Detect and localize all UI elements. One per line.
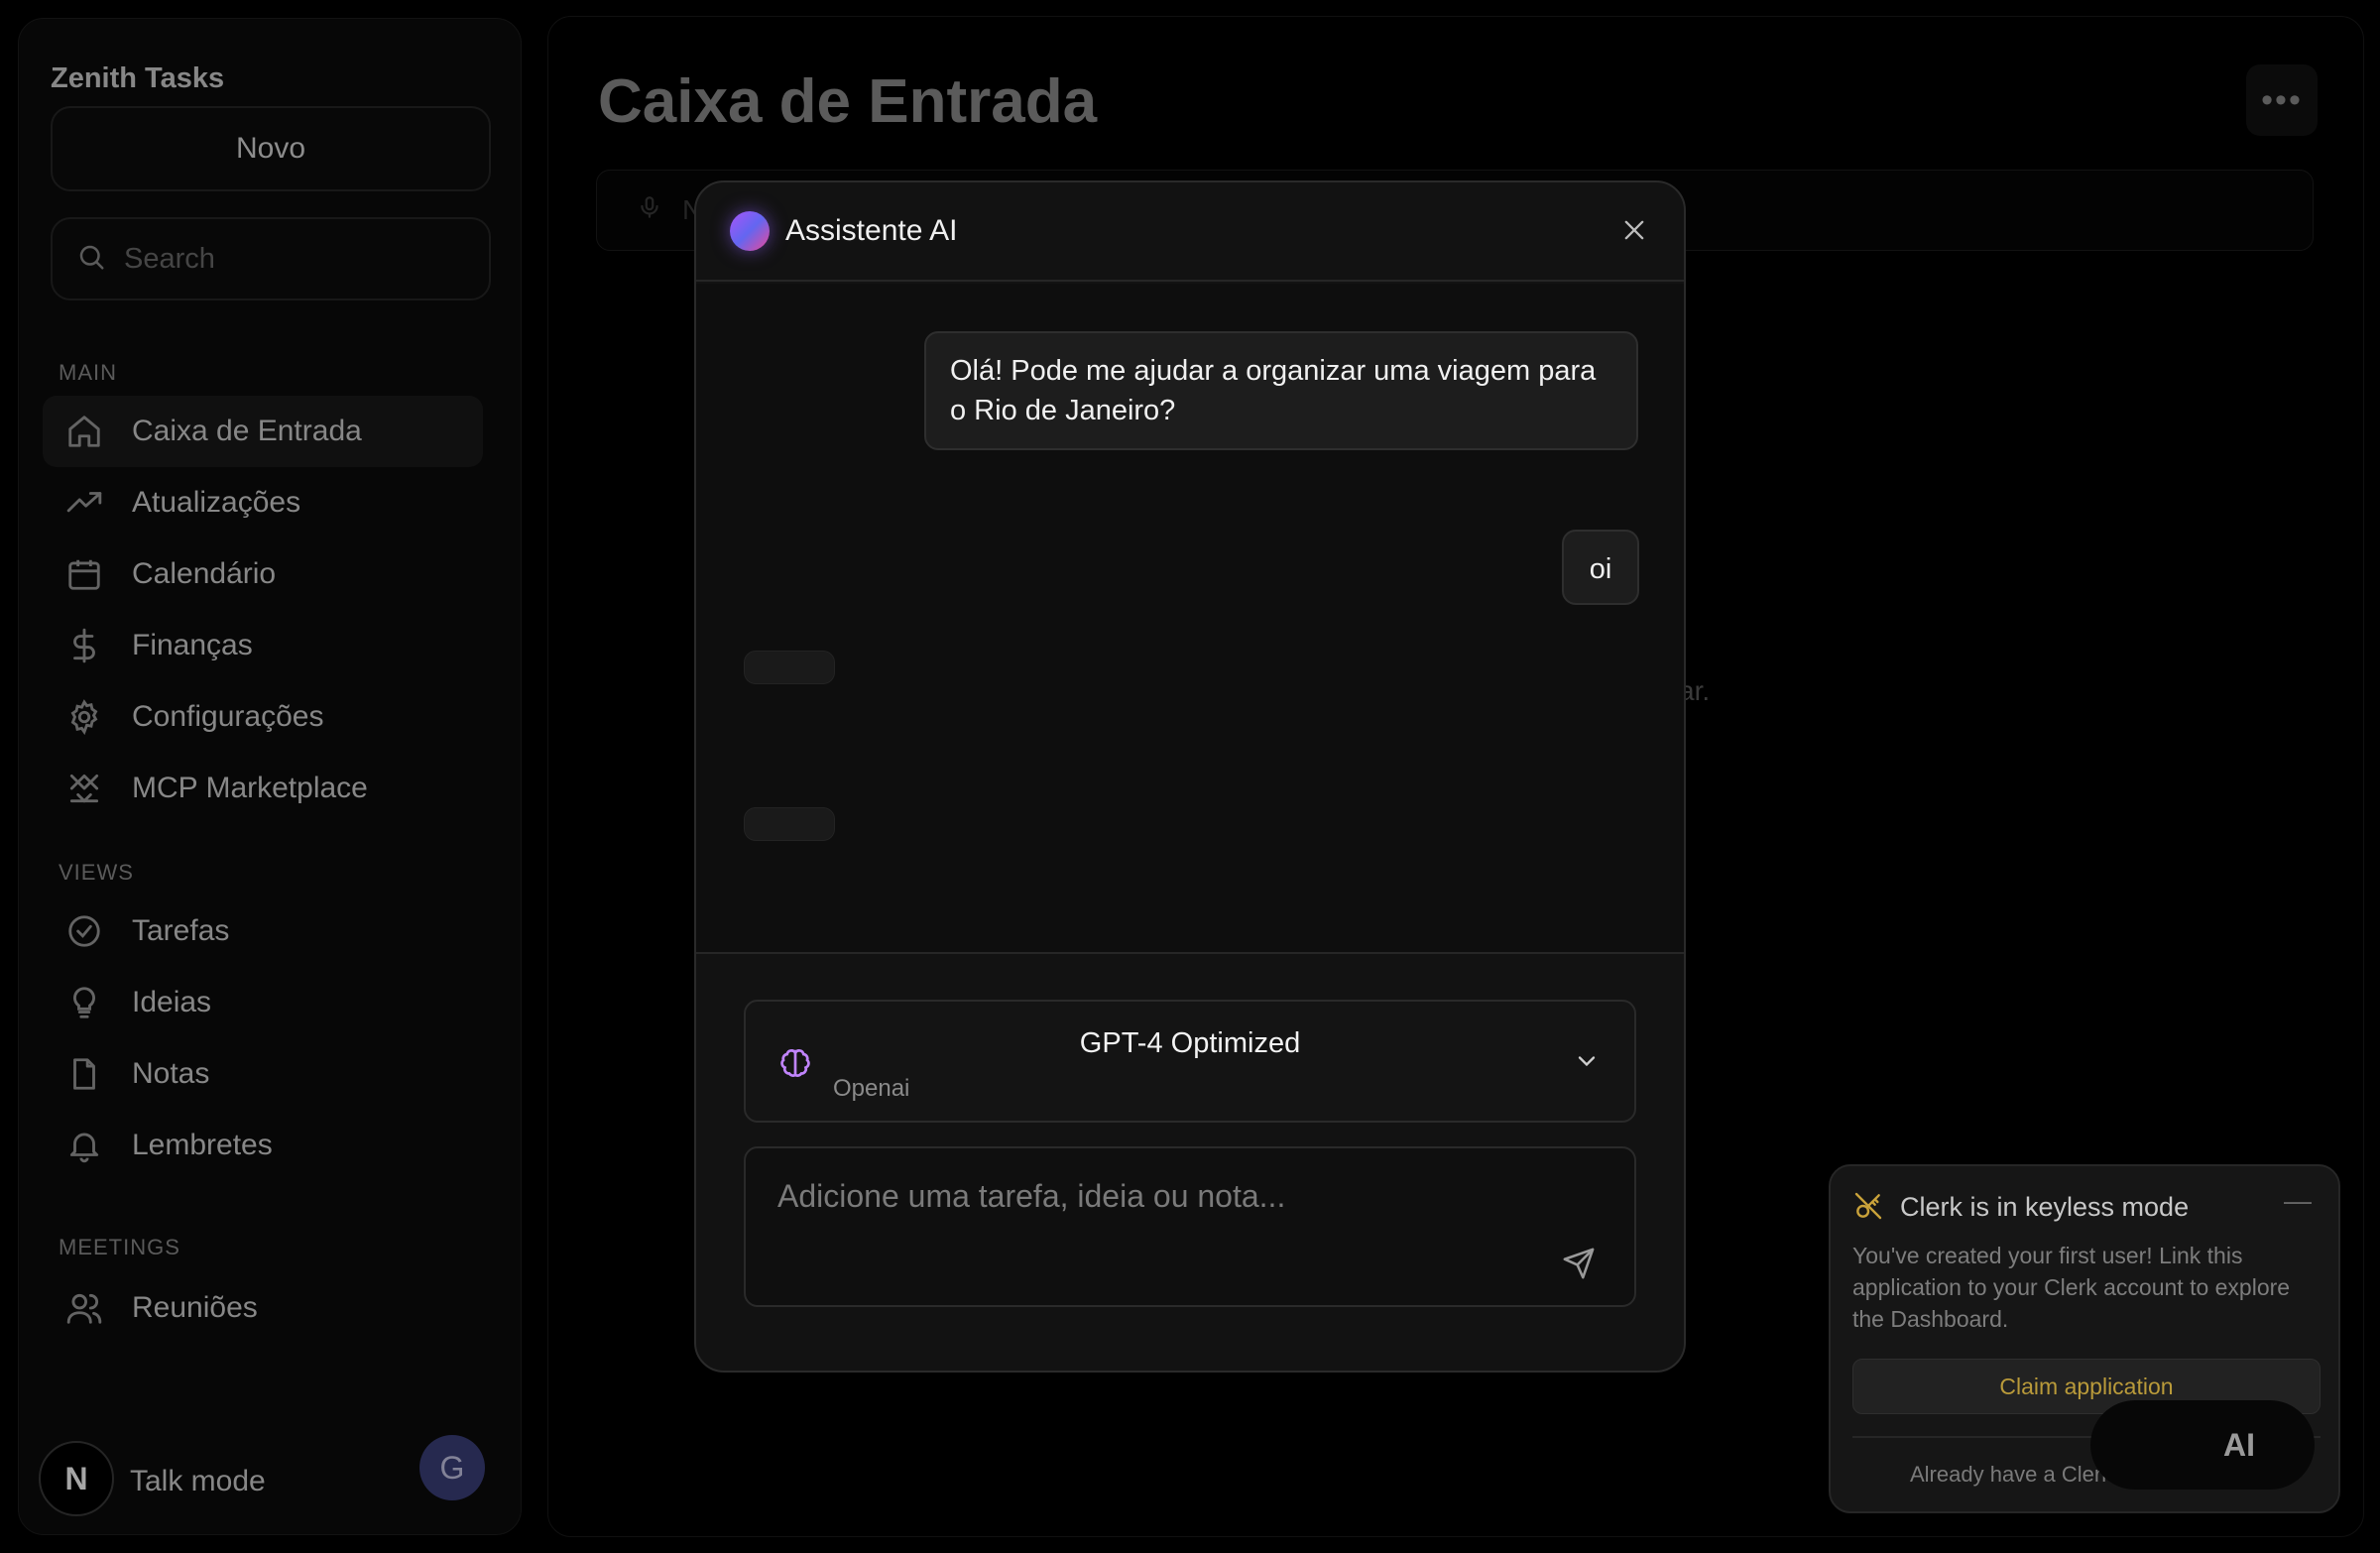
close-icon <box>1620 216 1648 249</box>
chat-messages: Olá! Pode me ajudar a organizar uma viag… <box>696 284 1684 952</box>
minimize-icon[interactable]: — <box>2283 1187 2313 1218</box>
model-provider: Openai <box>833 1075 910 1102</box>
ai-assistant-modal: Assistente AI Olá! Pode me ajudar a orga… <box>694 180 1686 1373</box>
divider <box>696 952 1684 954</box>
ai-assistant-button[interactable]: AI <box>2090 1400 2315 1490</box>
compose-input[interactable] <box>777 1178 1551 1238</box>
close-button[interactable] <box>1614 212 1654 252</box>
model-selector[interactable]: GPT-4 Optimized Openai <box>744 1000 1636 1123</box>
clerk-footer-link[interactable]: Already have a Clerk <box>1910 1462 2112 1488</box>
clerk-title: Clerk is in keyless mode <box>1900 1192 2190 1222</box>
send-icon <box>1562 1247 1596 1285</box>
ai-orb-icon <box>730 211 770 251</box>
model-name: GPT-4 Optimized <box>1079 1027 1301 1059</box>
chevron-down-icon <box>1573 1047 1601 1080</box>
modal-title: Assistente AI <box>785 214 958 247</box>
user-message: oi <box>1562 530 1639 605</box>
user-message: Olá! Pode me ajudar a organizar uma viag… <box>924 331 1638 450</box>
key-icon <box>1852 1190 1884 1227</box>
compose-box[interactable] <box>744 1146 1636 1307</box>
send-button[interactable] <box>1557 1244 1601 1287</box>
assistant-loading-placeholder <box>744 651 835 684</box>
modal-header: Assistente AI <box>696 182 1684 282</box>
assistant-loading-placeholder <box>744 807 835 841</box>
clerk-description: You've created your first user! Link thi… <box>1852 1243 2291 1332</box>
